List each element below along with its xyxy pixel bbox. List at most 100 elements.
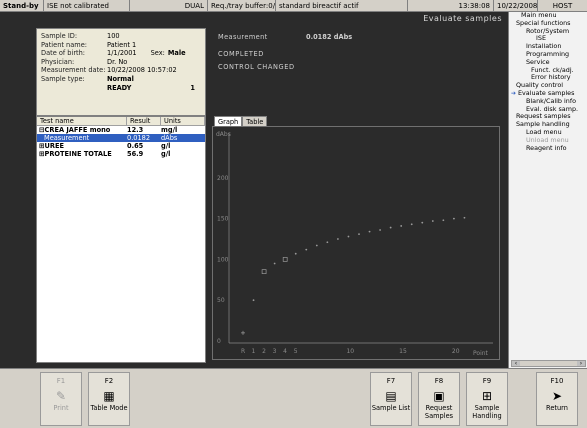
menu-item[interactable]: Quality control <box>509 82 587 90</box>
table-row[interactable]: ⊟CREA JAFFE mono 12.3 mg/l <box>37 126 205 134</box>
table-row[interactable]: ⊞PROTEINE TOTALE 56.9 g/l <box>37 150 205 158</box>
menu-item-label: Sample handling <box>516 121 570 129</box>
menu-item-label: Special functions <box>516 19 571 27</box>
x-tick-label: 5 <box>294 348 298 355</box>
physician-value: Dr. No <box>107 57 128 66</box>
fkey-f7-button[interactable]: F7 ▤ Sample List <box>370 372 412 426</box>
menu-item[interactable]: Error history <box>509 74 587 82</box>
menu-item[interactable]: Main menu <box>509 12 587 20</box>
menu-scrollbar[interactable]: ‹ › <box>511 360 586 367</box>
scroll-right-arrow-icon[interactable]: › <box>577 361 585 367</box>
status-mode: DUAL <box>130 0 208 12</box>
results-table: Test name Result Units ⊟CREA JAFFE mono … <box>36 116 206 363</box>
scroll-left-arrow-icon[interactable]: ‹ <box>512 361 520 367</box>
menu-item[interactable]: Installation <box>509 43 587 51</box>
menu-item-label: Quality control <box>516 82 564 90</box>
data-point <box>410 223 413 226</box>
fkey-label: Table Mode <box>90 404 128 412</box>
reaction-graph: dAbs Point R 1 2 3 4 5 10 15 20050100150200 <box>216 131 493 357</box>
menu-item-label: Reagent info <box>526 144 567 152</box>
data-point <box>431 220 434 222</box>
patient-name-value: Patient 1 <box>107 40 137 49</box>
measurement-panel: Measurement 0.0182 dAbs COMPLETED CONTRO… <box>214 30 500 112</box>
y-axis-label: dAbs <box>216 131 231 138</box>
menu-item[interactable]: Load menu <box>509 129 587 137</box>
fkey-id: F2 <box>104 377 114 385</box>
sample-id-value: 100 <box>107 32 120 40</box>
measurement-completed: COMPLETED <box>218 50 264 58</box>
menu-item[interactable]: Rotor/System <box>509 28 587 36</box>
patient-name-label: Patient name: <box>41 40 87 49</box>
fkey-f8-button[interactable]: F8 ▣ Request Samples <box>418 372 460 426</box>
menu-item[interactable]: Funct. ck/adj. <box>509 67 587 75</box>
y-tick-label: 50 <box>217 297 225 304</box>
dob-label: Date of birth: <box>41 49 86 58</box>
x-tick-label: 10 <box>346 348 354 355</box>
header-result[interactable]: Result <box>127 117 161 125</box>
x-tick-label: 1 <box>252 348 256 355</box>
fkey-label: Sample List <box>371 404 411 412</box>
menu-item[interactable]: ➔ Evaluate samples <box>509 90 587 98</box>
menu-item[interactable]: Sample handling <box>509 121 587 129</box>
test-result: 0.65 <box>127 142 144 150</box>
physician-row: Physician: Dr. No <box>41 58 201 67</box>
data-point <box>368 230 371 233</box>
fkey-label: Request Samples <box>424 404 454 420</box>
physician-label: Physician: <box>41 57 75 66</box>
header-test-name[interactable]: Test name <box>37 117 127 125</box>
menu-item[interactable]: Blank/Calib info <box>509 98 587 106</box>
status-date: 10/22/2008 <box>494 0 538 12</box>
data-point <box>252 299 255 302</box>
sex-value: Male <box>167 49 186 58</box>
sample-count: 1 <box>190 83 195 92</box>
fkey-f10-button[interactable]: F10 ➤ Return <box>536 372 578 426</box>
fkey-f2-button[interactable]: F2 ▦ Table Mode <box>88 372 130 426</box>
tab-graph[interactable]: Graph <box>214 116 243 126</box>
test-units: dAbs <box>161 134 178 142</box>
data-point <box>273 262 276 265</box>
menu-item-label: Funct. ck/adj. <box>531 66 574 74</box>
table-row[interactable]: ⊞UREE 0.65 g/l <box>37 142 205 150</box>
fkey-f1-button: F1 ✎ Print <box>40 372 82 426</box>
menu-item[interactable]: Request samples <box>509 113 587 121</box>
menu-item[interactable]: Service <box>509 59 587 67</box>
menu-item[interactable]: Special functions <box>509 20 587 28</box>
meas-date-row: Measurement date: 10/22/2008 10:57:02 <box>41 66 201 75</box>
menu-item-label: Evaluate samples <box>517 89 575 97</box>
menu-item[interactable]: Reagent info <box>509 145 587 153</box>
test-name: ⊞PROTEINE TOTALE <box>39 150 112 158</box>
data-point <box>261 269 267 274</box>
graph-panel: dAbs Point R 1 2 3 4 5 10 15 20 0 50 100 150 200 <box>212 126 500 360</box>
header-units[interactable]: Units <box>161 117 205 125</box>
test-units: mg/l <box>161 126 178 134</box>
test-result: 56.9 <box>127 150 144 158</box>
test-result: 0.0182 <box>127 134 151 142</box>
menu-item-label: Error history <box>531 74 571 82</box>
menu-item-label: Unload menu <box>526 136 569 144</box>
y-tick-label: 0 <box>217 338 221 345</box>
menu-item[interactable]: ISE <box>509 35 587 43</box>
data-point <box>347 235 350 238</box>
menu-item-label: Main menu <box>521 12 557 19</box>
data-point <box>379 229 381 231</box>
patient-name-row: Patient name: Patient 1 <box>41 41 201 50</box>
data-point <box>389 226 392 229</box>
sample-id-label: Sample ID: <box>41 32 78 40</box>
test-units: g/l <box>161 142 171 150</box>
dob-row: Date of birth: 1/1/2001 Sex: Male <box>41 49 201 58</box>
table-row-selected[interactable]: Measurement 0.0182 dAbs <box>37 134 205 142</box>
function-key-bar: F1 ✎ Print F2 ▦ Table Mode F7 ▤ Sample List F8 ▣ Re… <box>0 368 587 428</box>
fkey-f9-button[interactable]: F9 ⊞ Sample Handling <box>466 372 508 426</box>
results-header: Test name Result Units <box>37 117 205 126</box>
menu-item-label: Service <box>526 58 550 66</box>
menu-item[interactable]: Eval. disk samp. <box>509 106 587 114</box>
request-icon: ▣ <box>433 389 445 403</box>
meas-date-label: Measurement date: <box>41 66 106 75</box>
data-point <box>453 217 455 220</box>
status-host: HOST <box>552 2 573 10</box>
tab-table[interactable]: Table <box>242 116 268 126</box>
menu-item[interactable]: Programming <box>509 51 587 59</box>
y-tick-label: 150 <box>217 216 229 223</box>
sample-type-label: Sample type: <box>41 74 85 83</box>
data-point <box>282 257 288 262</box>
